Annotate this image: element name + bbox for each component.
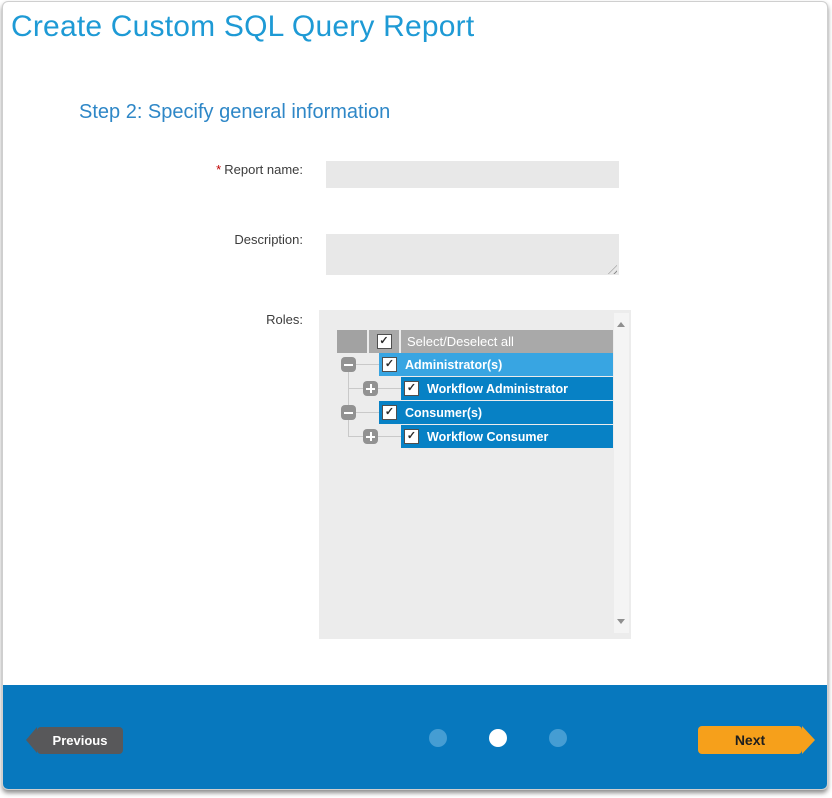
checkmark-icon: ✓ xyxy=(407,431,416,442)
select-all-checkbox[interactable]: ✓ xyxy=(377,334,392,349)
next-button[interactable]: Next xyxy=(698,726,802,754)
report-name-label-text: Report name: xyxy=(224,162,303,177)
report-name-input[interactable] xyxy=(326,161,619,188)
step-heading: Step 2: Specify general information xyxy=(79,101,390,124)
role-label: Administrator(s) xyxy=(405,358,502,372)
roles-label: Roles: xyxy=(133,312,303,327)
role-checkbox[interactable]: ✓ xyxy=(382,357,397,372)
roles-tree: ✓ Select/Deselect all ✓ Administrato xyxy=(337,330,613,452)
checkmark-icon: ✓ xyxy=(385,407,394,418)
previous-button-label: Previous xyxy=(53,733,108,748)
tree-row-workflow-consumer[interactable]: ✓ Workflow Consumer xyxy=(401,425,613,448)
page-dot xyxy=(489,729,507,747)
role-label: Workflow Administrator xyxy=(427,382,568,396)
checkmark-icon: ✓ xyxy=(385,359,394,370)
next-button-label: Next xyxy=(735,732,765,748)
role-checkbox[interactable]: ✓ xyxy=(404,429,419,444)
tree-row-administrators[interactable]: ✓ Administrator(s) xyxy=(379,353,613,376)
checkmark-icon: ✓ xyxy=(379,336,388,347)
select-all-header: ✓ Select/Deselect all xyxy=(337,330,613,353)
header-label-cell: Select/Deselect all xyxy=(401,330,613,353)
page-dot xyxy=(549,729,567,747)
roles-scrollbar[interactable] xyxy=(614,313,629,633)
scroll-up-icon[interactable] xyxy=(617,322,625,327)
role-label: Workflow Consumer xyxy=(427,430,548,444)
page-dot xyxy=(429,729,447,747)
page-title: Create Custom SQL Query Report xyxy=(11,10,474,44)
role-checkbox[interactable]: ✓ xyxy=(382,405,397,420)
checkmark-icon: ✓ xyxy=(407,383,416,394)
scroll-down-icon[interactable] xyxy=(617,619,625,624)
expand-icon[interactable] xyxy=(363,381,378,396)
collapse-icon[interactable] xyxy=(341,357,356,372)
description-input[interactable] xyxy=(326,234,619,275)
role-checkbox[interactable]: ✓ xyxy=(404,381,419,396)
tree-row-consumers[interactable]: ✓ Consumer(s) xyxy=(379,401,613,424)
header-expander-cell xyxy=(337,330,367,353)
wizard-window: Create Custom SQL Query Report Step 2: S… xyxy=(2,1,828,790)
previous-button[interactable]: Previous xyxy=(37,727,123,754)
description-label-text: Description: xyxy=(234,232,303,247)
roles-panel: ✓ Select/Deselect all ✓ Administrato xyxy=(319,310,631,639)
expand-icon[interactable] xyxy=(363,429,378,444)
report-name-label: *Report name: xyxy=(133,162,303,177)
collapse-icon[interactable] xyxy=(341,405,356,420)
select-all-label: Select/Deselect all xyxy=(407,334,514,349)
tree-row-workflow-administrator[interactable]: ✓ Workflow Administrator xyxy=(401,377,613,400)
description-label: Description: xyxy=(133,232,303,247)
role-label: Consumer(s) xyxy=(405,406,482,420)
tree-connector-line xyxy=(348,365,349,437)
footer-bar: Previous Next xyxy=(3,685,827,789)
header-checkbox-cell: ✓ xyxy=(369,330,399,353)
required-marker: * xyxy=(216,162,221,177)
roles-label-text: Roles: xyxy=(266,312,303,327)
